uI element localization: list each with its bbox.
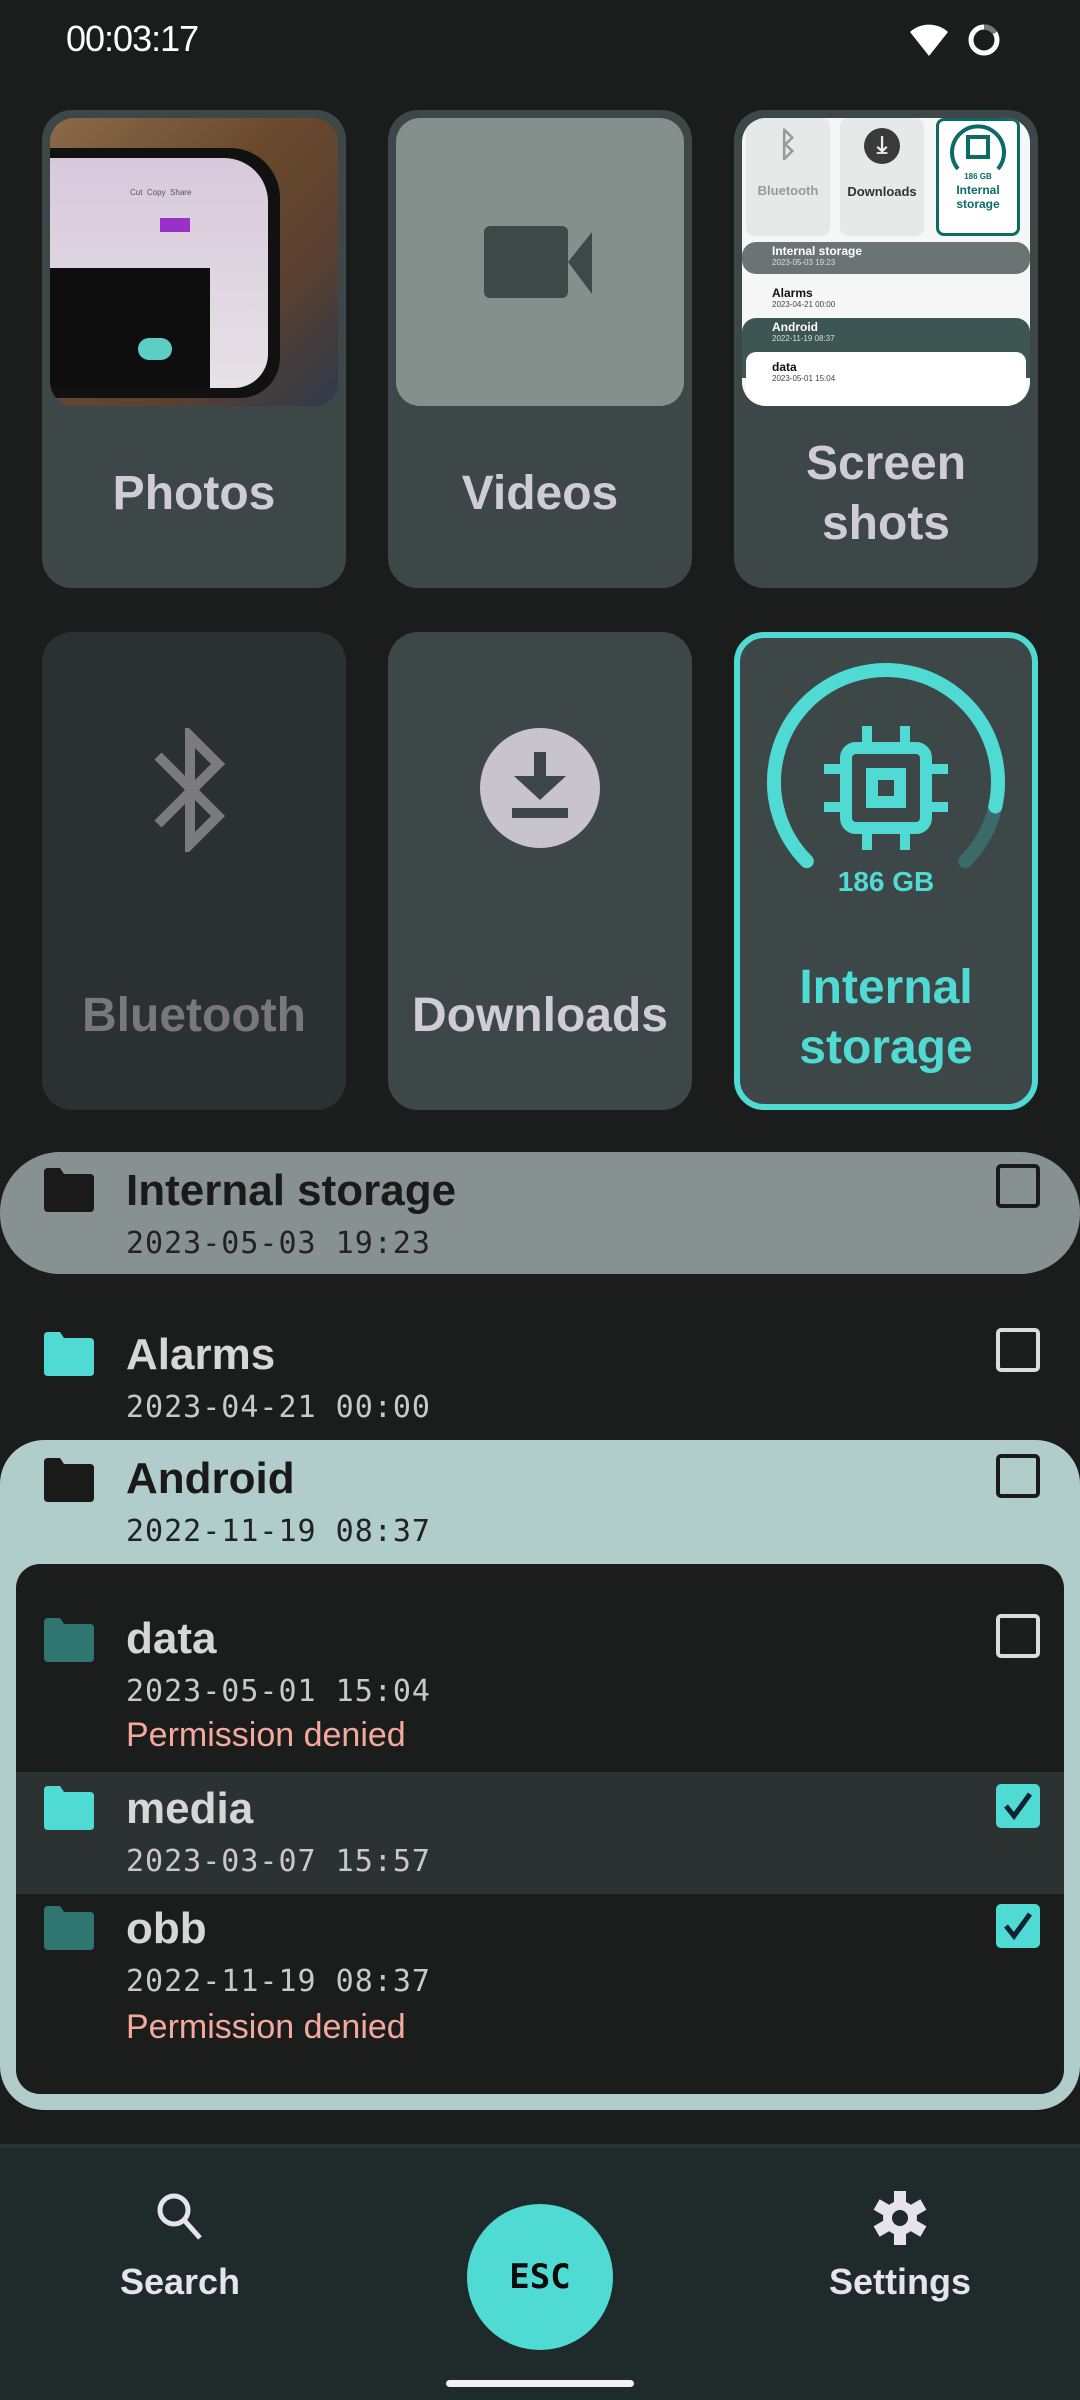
file-date: 2022-11-19 08:37 [126,1964,431,1999]
settings-button[interactable]: Settings [810,2190,990,2303]
list-item-android[interactable]: Android 2022-11-19 08:37 [0,1440,1080,1560]
tile-bluetooth-label: Bluetooth [82,989,306,1042]
tile-videos[interactable]: Videos [388,110,692,588]
mini-tile-downloads: ⤓ Downloads [840,118,924,236]
list-item-media[interactable]: media 2023-03-07 15:57 [16,1772,1064,1894]
status-bar: 00:03:17 [0,0,1080,80]
folder-icon [44,1906,94,1950]
folder-icon [44,1168,94,1212]
tile-bluetooth[interactable]: Bluetooth [42,632,346,1110]
folder-icon [44,1332,94,1376]
mini-row: data 2023-05-01 15:04 [746,352,1026,406]
file-name: Alarms [126,1330,276,1379]
storage-size: 186 GB [837,866,935,897]
permission-error: Permission denied [126,2008,406,2046]
file-date: 2023-05-01 15:04 [126,1674,431,1709]
file-date: 2023-03-07 15:57 [126,1844,431,1879]
tile-photos[interactable]: Cut Copy Share Photos [42,110,346,588]
check-icon [1004,1792,1033,1821]
checkbox-checked[interactable] [996,1784,1040,1828]
mini-tile-bluetooth: ᛒ Bluetooth [746,118,830,236]
list-item-alarms[interactable]: Alarms 2023-04-21 00:00 [0,1318,1080,1438]
tile-internal-storage[interactable]: 186 GB Internal storage [734,632,1038,1110]
list-item-obb[interactable]: obb 2022-11-19 08:37 Permission denied [16,1894,1064,2054]
file-date: 2023-05-03 19:23 [126,1226,431,1261]
file-name: obb [126,1904,207,1953]
photo-menu-text: Cut Copy Share [130,188,192,197]
folder-icon [44,1786,94,1830]
search-button[interactable]: Search [100,2190,260,2303]
tile-videos-label: Videos [461,467,619,520]
bluetooth-icon [154,728,226,852]
memory-chip-icon [824,726,948,850]
list-group-android: Android 2022-11-19 08:37 data 2023-05-01… [0,1440,1080,2110]
tile-internal-label: Internal storage [799,961,973,1074]
tile-downloads-label: Downloads [411,989,668,1042]
checkbox[interactable] [996,1454,1040,1498]
android-children: data 2023-05-01 15:04 Permission denied … [16,1564,1064,2094]
mini-row: Alarms 2023-04-21 00:00 [772,286,836,309]
folder-icon [44,1618,94,1662]
checkbox[interactable] [996,1328,1040,1372]
gear-icon [873,2191,927,2245]
tile-screenshots-label: Screen shots [805,437,967,550]
check-icon [1004,1912,1033,1941]
tile-downloads[interactable]: Downloads [388,632,692,1110]
search-label: Search [119,2261,241,2302]
checkbox[interactable] [996,1614,1040,1658]
mini-tile-internal: 186 GB Internal storage [936,118,1020,236]
tile-photos-label: Photos [112,467,276,520]
mini-row: Internal storage 2023-05-03 19:23 [742,242,1030,274]
search-icon [157,2193,202,2240]
file-name: data [126,1614,217,1663]
status-time: 00:03:17 [66,18,199,59]
checkbox-checked[interactable] [996,1904,1040,1948]
list-item-data[interactable]: data 2023-05-01 15:04 Permission denied [16,1604,1064,1754]
esc-button[interactable]: ESC [467,2204,613,2350]
file-date: 2022-11-19 08:37 [126,1514,431,1549]
file-date: 2023-04-21 00:00 [126,1390,431,1425]
home-indicator[interactable] [446,2380,634,2387]
file-name: media [126,1784,254,1833]
photos-thumbnail: Cut Copy Share [50,118,338,406]
folder-icon [44,1458,94,1502]
list-item-internal-storage[interactable]: Internal storage 2023-05-03 19:23 [0,1152,1080,1274]
settings-label: Settings [828,2261,971,2302]
videocam-icon [484,226,592,298]
tile-screenshots[interactable]: ᛒ Bluetooth ⤓ Downloads 186 GB Internal … [734,110,1038,588]
screenshots-thumbnail: ᛒ Bluetooth ⤓ Downloads 186 GB Internal … [742,118,1030,406]
checkbox[interactable] [996,1164,1040,1208]
bottom-navigation: Search ESC Settings [0,2144,1080,2400]
battery-ring-icon [968,24,1000,56]
file-name: Internal storage [126,1166,457,1215]
permission-error: Permission denied [126,1716,406,1754]
file-name: Android [126,1454,295,1503]
wifi-icon [910,24,948,56]
videos-thumbnail [396,118,684,406]
download-icon [480,728,600,848]
